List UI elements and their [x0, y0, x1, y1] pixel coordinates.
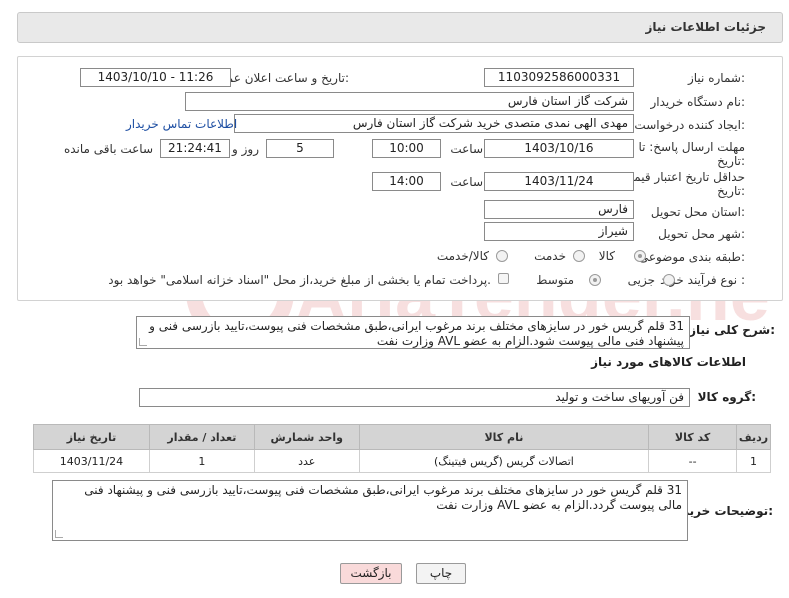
cell-quantity: 1: [148, 449, 255, 473]
table-row[interactable]: 1 -- اتصالات گریس (گریس فیتینگ) عدد 1 14…: [33, 449, 771, 473]
back-button[interactable]: بازگشت: [340, 563, 402, 584]
summary-text: 31 قلم گریس خور در سایزهای مختلف برند مر…: [149, 319, 684, 348]
buyer-contact-link[interactable]: اطلاعات تماس خریدار: [126, 117, 237, 131]
col-quantity: تعداد / مقدار: [148, 424, 255, 450]
announce-field[interactable]: 1403/10/10 - 11:26: [80, 68, 231, 87]
buyer-notes-text: 31 قلم گریس خور در سایزهای مختلف برند مر…: [84, 483, 682, 512]
payment-note: پرداخت تمام یا بخشی از مبلغ خرید،از محل …: [108, 273, 491, 287]
col-unit: واحد شمارش: [253, 424, 360, 450]
page-header: جزئیات اطلاعات نیاز: [17, 12, 783, 43]
goods-group-field[interactable]: فن آوریهای ساخت و تولید: [139, 388, 690, 407]
days-field[interactable]: 5: [266, 139, 334, 158]
page-title: جزئیات اطلاعات نیاز: [645, 20, 766, 34]
buyer-notes-textarea[interactable]: 31 قلم گریس خور در سایزهای مختلف برند مر…: [52, 480, 688, 541]
col-item-code: کد کالا: [648, 424, 738, 450]
buyer-org-field[interactable]: شرکت گاز استان فارس: [185, 92, 634, 111]
province-label: استان محل تحویل:: [650, 205, 745, 219]
col-row-number: ردیف: [736, 424, 771, 450]
resize-handle[interactable]: [55, 530, 63, 538]
buyer-org-label: نام دستگاه خریدار:: [650, 95, 746, 109]
category-option-goods: کالا: [598, 249, 615, 263]
table-header-row: ردیف کد کالا نام کالا واحد شمارش تعداد /…: [33, 424, 771, 450]
cell-row-number: 1: [736, 449, 771, 473]
remaining-label: ساعت باقی مانده: [63, 142, 153, 156]
summary-textarea[interactable]: 31 قلم گریس خور در سایزهای مختلف برند مر…: [136, 316, 690, 349]
city-field[interactable]: شیراز: [484, 222, 634, 241]
province-field[interactable]: فارس: [484, 200, 634, 219]
goods-section-title: اطلاعات کالاهای مورد نیاز: [591, 355, 746, 369]
need-number-field[interactable]: 1103092586000331: [484, 68, 634, 87]
goods-group-label: گروه کالا:: [697, 390, 756, 404]
deadline-time-field[interactable]: 10:00: [372, 139, 441, 158]
process-option-minor: جزیی: [627, 273, 655, 287]
validity-time-label: ساعت: [450, 175, 483, 189]
deadline-date-label: تاریخ:: [717, 154, 745, 168]
need-number-label: شماره نیاز:: [687, 71, 745, 85]
print-button[interactable]: چاپ: [416, 563, 466, 584]
process-radio-medium[interactable]: [589, 274, 601, 286]
validity-time-field[interactable]: 14:00: [372, 172, 441, 191]
cell-item-code: --: [648, 449, 738, 473]
category-radio-goods[interactable]: [634, 250, 646, 262]
cell-unit: عدد: [253, 449, 360, 473]
city-label: شهر محل تحویل:: [658, 227, 745, 241]
requester-field[interactable]: مهدی الهی نمدی متصدی خرید شرکت گاز استان…: [234, 114, 634, 133]
summary-label: شرح کلی نیاز:: [689, 323, 775, 337]
category-radio-service[interactable]: [573, 250, 585, 262]
category-option-goods-service: کالا/خدمت: [436, 249, 489, 263]
cell-need-date: 1403/11/24: [33, 449, 150, 473]
col-need-date: تاریخ نیاز: [33, 424, 150, 450]
deadline-time-label: ساعت: [450, 142, 483, 156]
remaining-time-field[interactable]: 21:24:41: [160, 139, 230, 158]
days-label: روز و: [232, 142, 259, 156]
validity-date-label: تاریخ:: [717, 184, 745, 198]
col-item-name: نام کالا: [358, 424, 650, 450]
goods-table: ردیف کد کالا نام کالا واحد شمارش تعداد /…: [33, 424, 771, 473]
validity-date-field[interactable]: 1403/11/24: [484, 172, 634, 191]
category-radio-goods-service[interactable]: [496, 250, 508, 262]
process-option-medium: متوسط: [536, 273, 574, 287]
treasury-checkbox[interactable]: [498, 273, 509, 284]
requester-label: ایجاد کننده درخواست:: [634, 118, 745, 132]
category-option-service: خدمت: [534, 249, 566, 263]
deadline-label: مهلت ارسال پاسخ: تا: [638, 140, 745, 154]
cell-item-name: اتصالات گریس (گریس فیتینگ): [358, 449, 650, 473]
resize-handle[interactable]: [139, 338, 147, 346]
category-label: طبقه بندی موضوعی:: [638, 250, 745, 264]
process-radio-minor[interactable]: [663, 274, 675, 286]
deadline-date-field[interactable]: 1403/10/16: [484, 139, 634, 158]
